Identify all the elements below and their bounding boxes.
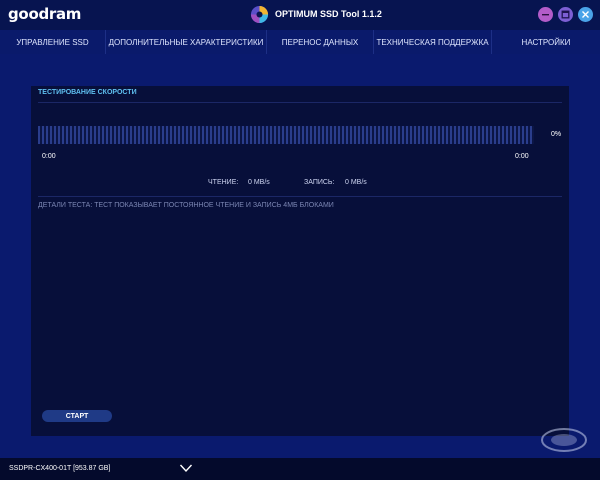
nav-additional-characteristics[interactable]: ДОПОЛНИТЕЛЬНЫЕ ХАРАКТЕРИСТИКИ <box>106 30 267 54</box>
read-label: ЧТЕНИЕ: <box>208 179 239 186</box>
nav-ssd-management[interactable]: УПРАВЛЕНИЕ SSD <box>0 30 106 54</box>
main-area: ТЕСТИРОВАНИЕ СКОРОСТИ 0% 0:00 0:00 ЧТЕНИ… <box>0 54 600 458</box>
write-label: ЗАПИСЬ: <box>304 179 335 186</box>
chevron-down-icon[interactable] <box>179 462 193 474</box>
progress-percent: 0% <box>551 131 562 138</box>
elapsed-time: 0:00 <box>42 153 56 160</box>
nav-technical-support[interactable]: ТЕХНИЧЕСКАЯ ПОДДЕРЖКА <box>374 30 492 54</box>
maximize-icon <box>561 10 570 19</box>
divider <box>38 196 562 197</box>
test-details: ДЕТАЛИ ТЕСТА: ТЕСТ ПОКАЗЫВАЕТ ПОСТОЯННОЕ… <box>38 202 334 209</box>
panel-title: ТЕСТИРОВАНИЕ СКОРОСТИ <box>38 89 137 96</box>
remaining-time: 0:00 <box>515 153 529 160</box>
brand-logo: goodram <box>8 5 82 23</box>
close-button[interactable] <box>578 7 593 22</box>
nav-data-migration[interactable]: ПЕРЕНОС ДАННЫХ <box>267 30 374 54</box>
app-title: OPTIMUM SSD Tool 1.1.2 <box>275 9 382 19</box>
progress-bar <box>38 126 534 144</box>
speed-test-panel: ТЕСТИРОВАНИЕ СКОРОСТИ 0% 0:00 0:00 ЧТЕНИ… <box>31 86 569 436</box>
drive-selector-label[interactable]: SSDPR-CX400-01T [953.87 GB] <box>9 465 110 472</box>
write-value: 0 MB/s <box>345 179 367 186</box>
footer-bar: SSDPR-CX400-01T [953.87 GB] <box>0 458 600 480</box>
app-logo-icon <box>250 5 269 24</box>
watermark-icon <box>541 428 587 452</box>
close-icon <box>582 11 589 18</box>
main-nav: УПРАВЛЕНИЕ SSD ДОПОЛНИТЕЛЬНЫЕ ХАРАКТЕРИС… <box>0 30 600 54</box>
start-button[interactable]: СТАРТ <box>42 410 112 422</box>
minimize-icon <box>542 14 549 16</box>
nav-settings[interactable]: НАСТРОЙКИ <box>492 30 600 54</box>
maximize-button[interactable] <box>558 7 573 22</box>
title-bar: goodram OPTIMUM SSD Tool 1.1.2 <box>0 0 600 30</box>
minimize-button[interactable] <box>538 7 553 22</box>
read-value: 0 MB/s <box>248 179 270 186</box>
divider <box>38 102 562 103</box>
